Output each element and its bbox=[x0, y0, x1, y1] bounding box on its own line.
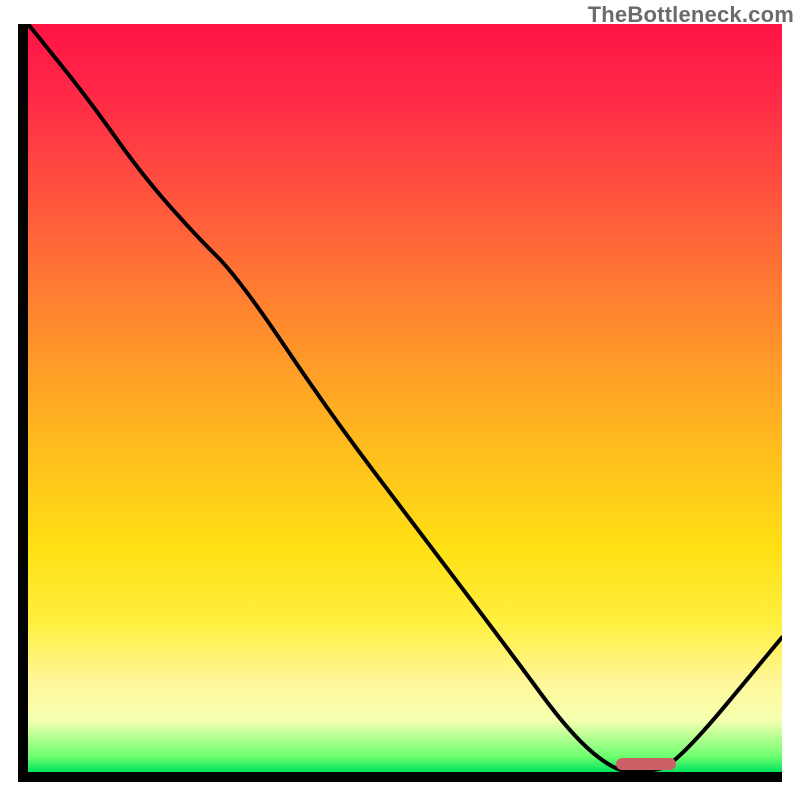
gradient-background bbox=[28, 24, 782, 772]
optimal-range-marker bbox=[616, 758, 676, 770]
plot-area bbox=[18, 24, 782, 782]
chart-container: TheBottleneck.com bbox=[0, 0, 800, 800]
